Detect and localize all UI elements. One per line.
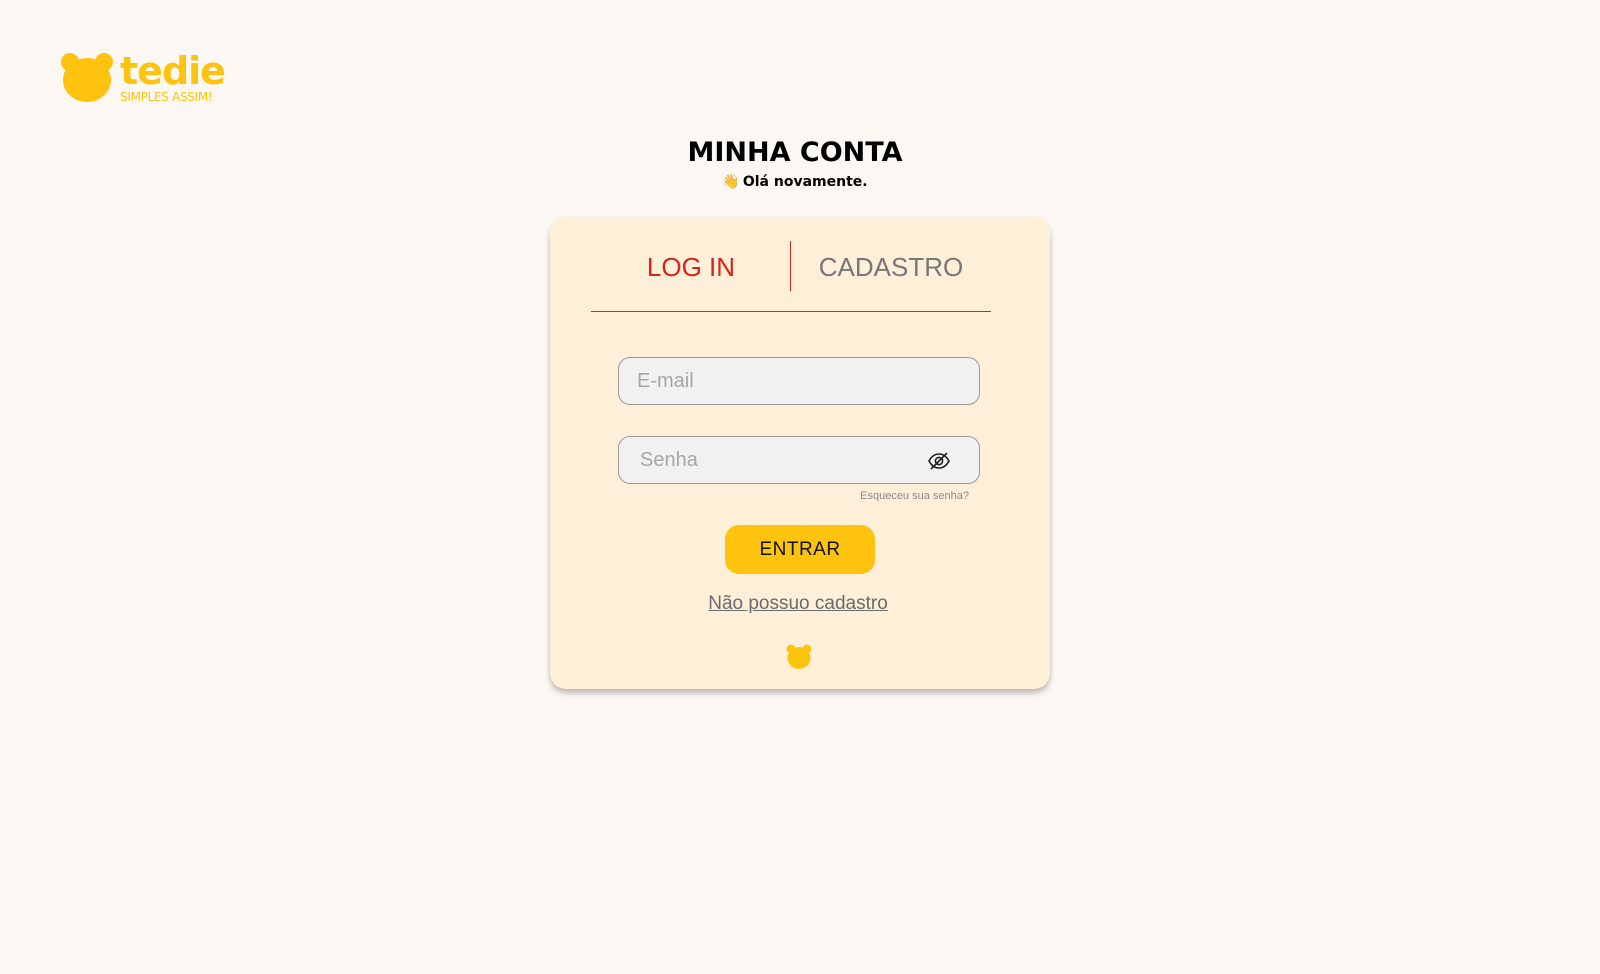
greeting-text: Olá novamente.: [742, 174, 868, 190]
page-title: MINHA CONTA: [687, 137, 903, 168]
login-button[interactable]: ENTRAR: [725, 525, 875, 574]
tab-signup[interactable]: CADASTRO: [791, 241, 991, 291]
waving-hand-icon: 👋: [722, 174, 740, 190]
password-field[interactable]: [619, 437, 940, 483]
brand-text: tedie SIMPLES ASSIM!: [120, 49, 226, 104]
page-heading: MINHA CONTA 👋 Olá novamente.: [0, 136, 1590, 192]
email-field[interactable]: [619, 358, 937, 404]
password-field-wrapper: [618, 436, 980, 484]
greeting: 👋 Olá novamente.: [0, 172, 1590, 192]
eye-slash-icon[interactable]: [927, 450, 951, 472]
forgot-password-link[interactable]: Esqueceu sua senha?: [860, 490, 969, 502]
no-account-link[interactable]: Não possuo cadastro: [550, 593, 1046, 615]
bear-head-icon: [786, 644, 812, 669]
email-field-wrapper: [618, 357, 980, 405]
brand-name: tedie: [120, 49, 226, 93]
brand-tagline: SIMPLES ASSIM!: [120, 90, 213, 104]
brand-logo[interactable]: tedie SIMPLES ASSIM!: [60, 49, 226, 104]
tab-login[interactable]: LOG IN: [591, 241, 791, 291]
login-card: LOG IN CADASTRO Esqueceu sua senha? ENTR…: [550, 217, 1050, 689]
bear-head-icon: [61, 53, 113, 102]
auth-tabs: LOG IN CADASTRO: [591, 241, 991, 312]
